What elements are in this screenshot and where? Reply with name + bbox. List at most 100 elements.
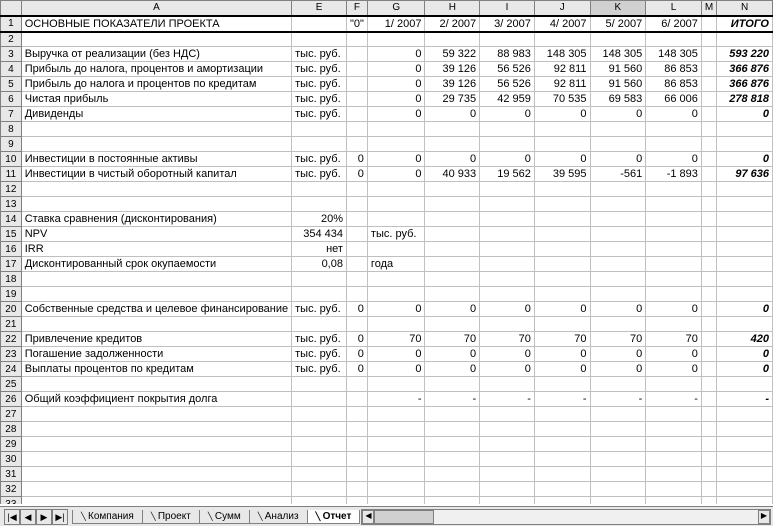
- cell[interactable]: [292, 437, 347, 452]
- cell[interactable]: [590, 122, 646, 137]
- cell[interactable]: 0: [646, 347, 702, 362]
- cell[interactable]: тыс. руб.: [292, 77, 347, 92]
- cell[interactable]: [346, 197, 367, 212]
- cell[interactable]: [292, 452, 347, 467]
- cell[interactable]: [534, 197, 590, 212]
- cell[interactable]: [701, 362, 716, 377]
- cell[interactable]: 0: [346, 347, 367, 362]
- cell[interactable]: 0: [425, 107, 480, 122]
- cell[interactable]: [717, 467, 773, 482]
- cell[interactable]: [21, 407, 291, 422]
- cell[interactable]: [590, 32, 646, 47]
- cell[interactable]: 354 434: [292, 227, 347, 242]
- cell[interactable]: [717, 497, 773, 505]
- row-header[interactable]: 4: [1, 62, 22, 77]
- cell[interactable]: [534, 497, 590, 505]
- cell[interactable]: 0: [717, 107, 773, 122]
- cell[interactable]: -561: [590, 167, 646, 182]
- cell[interactable]: [590, 212, 646, 227]
- cell[interactable]: [646, 467, 702, 482]
- cell[interactable]: [534, 272, 590, 287]
- cell[interactable]: [590, 452, 646, 467]
- cell[interactable]: 70: [480, 332, 535, 347]
- cell[interactable]: 6/ 2007: [646, 16, 702, 32]
- cell[interactable]: 39 595: [534, 167, 590, 182]
- cell[interactable]: [590, 182, 646, 197]
- cell[interactable]: [21, 317, 291, 332]
- cell[interactable]: [292, 467, 347, 482]
- cell[interactable]: тыс. руб.: [292, 332, 347, 347]
- cell[interactable]: [425, 137, 480, 152]
- cell[interactable]: [590, 317, 646, 332]
- cell[interactable]: [480, 182, 535, 197]
- cell[interactable]: [21, 497, 291, 505]
- cell[interactable]: [717, 317, 773, 332]
- row-header[interactable]: 9: [1, 137, 22, 152]
- cell[interactable]: [346, 467, 367, 482]
- cell[interactable]: [425, 497, 480, 505]
- cell[interactable]: [701, 347, 716, 362]
- cell[interactable]: [367, 497, 425, 505]
- cell[interactable]: 0: [367, 47, 425, 62]
- cell[interactable]: 0: [367, 92, 425, 107]
- cell[interactable]: [480, 212, 535, 227]
- cell[interactable]: [646, 482, 702, 497]
- cell[interactable]: [346, 452, 367, 467]
- cell[interactable]: [425, 422, 480, 437]
- cell[interactable]: 0: [480, 152, 535, 167]
- cell[interactable]: [590, 287, 646, 302]
- cell[interactable]: [717, 197, 773, 212]
- cell[interactable]: [646, 407, 702, 422]
- cell[interactable]: [425, 482, 480, 497]
- row-header[interactable]: 12: [1, 182, 22, 197]
- cell[interactable]: 0: [646, 152, 702, 167]
- cell[interactable]: 0: [590, 362, 646, 377]
- cell[interactable]: [346, 437, 367, 452]
- row-header[interactable]: 7: [1, 107, 22, 122]
- cell[interactable]: [717, 137, 773, 152]
- cell[interactable]: [480, 467, 535, 482]
- cell[interactable]: 0: [367, 152, 425, 167]
- cell[interactable]: [346, 482, 367, 497]
- row-header[interactable]: 17: [1, 257, 22, 272]
- cell[interactable]: [292, 137, 347, 152]
- cell[interactable]: [701, 182, 716, 197]
- cell[interactable]: [480, 377, 535, 392]
- cell[interactable]: [646, 452, 702, 467]
- cell[interactable]: [646, 32, 702, 47]
- cell[interactable]: [646, 137, 702, 152]
- cell[interactable]: 0: [346, 332, 367, 347]
- cell[interactable]: [646, 242, 702, 257]
- cell[interactable]: [367, 287, 425, 302]
- cell[interactable]: [646, 422, 702, 437]
- tab-first-button[interactable]: |◀: [4, 509, 20, 525]
- cell[interactable]: ОСНОВНЫЕ ПОКАЗАТЕЛИ ПРОЕКТА: [21, 16, 291, 32]
- cell[interactable]: [646, 122, 702, 137]
- row-header[interactable]: 30: [1, 452, 22, 467]
- cell[interactable]: [717, 182, 773, 197]
- cell[interactable]: тыс. руб.: [292, 347, 347, 362]
- cell[interactable]: [346, 212, 367, 227]
- cell[interactable]: 5/ 2007: [590, 16, 646, 32]
- cell[interactable]: [346, 47, 367, 62]
- cell[interactable]: [701, 227, 716, 242]
- cell[interactable]: [292, 407, 347, 422]
- cell[interactable]: [534, 137, 590, 152]
- cell[interactable]: 148 305: [534, 47, 590, 62]
- cell[interactable]: 0: [425, 302, 480, 317]
- cell[interactable]: 1/ 2007: [367, 16, 425, 32]
- cell[interactable]: 92 811: [534, 77, 590, 92]
- tab-last-button[interactable]: ▶|: [52, 509, 68, 525]
- cell[interactable]: Выручка от реализации (без НДС): [21, 47, 291, 62]
- cell[interactable]: Собственные средства и целевое финансиро…: [21, 302, 291, 317]
- cell[interactable]: 70 535: [534, 92, 590, 107]
- cell[interactable]: [425, 287, 480, 302]
- cell[interactable]: [534, 317, 590, 332]
- row-header[interactable]: 11: [1, 167, 22, 182]
- cell[interactable]: [717, 407, 773, 422]
- cell[interactable]: [292, 287, 347, 302]
- cell[interactable]: -: [480, 392, 535, 407]
- cell[interactable]: [292, 392, 347, 407]
- row-header[interactable]: 27: [1, 407, 22, 422]
- cell[interactable]: [701, 497, 716, 505]
